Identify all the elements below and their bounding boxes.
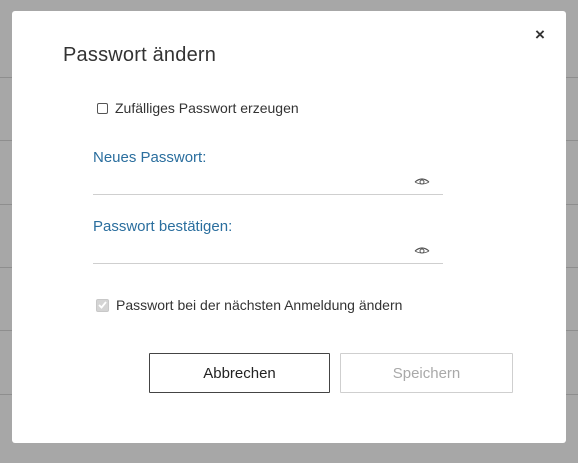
checkmark-icon [98,301,107,309]
random-password-option[interactable]: Zufälliges Passwort erzeugen [97,100,299,116]
random-password-label: Zufälliges Passwort erzeugen [115,100,299,116]
new-password-field [93,170,443,195]
random-password-checkbox[interactable] [97,102,108,114]
confirm-password-field [93,239,443,264]
save-button[interactable]: Speichern [340,353,513,393]
close-icon[interactable]: × [530,25,550,45]
change-next-login-label: Passwort bei der nächsten Anmeldung ände… [116,297,403,313]
change-next-login-option: Passwort bei der nächsten Anmeldung ände… [96,297,402,313]
eye-icon[interactable] [414,246,430,256]
new-password-label: Neues Passwort: [93,149,207,166]
new-password-input[interactable] [93,170,413,192]
confirm-password-label: Passwort bestätigen: [93,218,233,235]
change-next-login-checkbox [96,298,109,312]
dialog-title: Passwort ändern [63,44,217,66]
change-password-dialog: Passwort ändern × Zufälliges Passwort er… [12,11,566,443]
confirm-password-input[interactable] [93,239,413,261]
cancel-button[interactable]: Abbrechen [149,353,330,393]
eye-icon[interactable] [414,177,430,187]
